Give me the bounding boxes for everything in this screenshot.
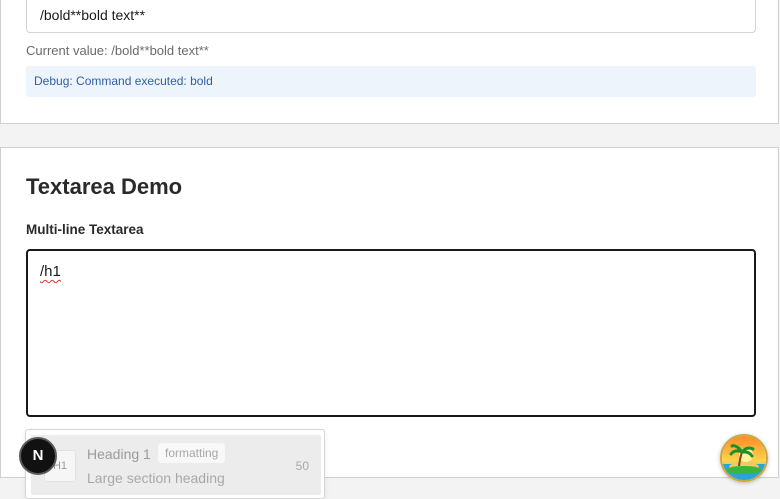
command-item-title: Heading 1 [87,446,151,462]
text-input[interactable]: /bold**bold text** [26,0,756,33]
palm-island-graphic [722,436,766,480]
command-category-tag: formatting [158,443,226,463]
input-demo-card: /bold**bold text** Current value: /bold*… [0,0,779,124]
multiline-textarea[interactable]: /h1 [26,249,756,417]
nextjs-dev-badge[interactable]: N [19,437,57,475]
command-item-description: Large section heading [87,470,225,486]
command-item-heading-1[interactable]: H1 Heading 1 formatting Large section he… [31,435,321,495]
palm-island-icon[interactable] [720,434,768,482]
command-item-score: 50 [295,459,309,473]
textarea-label: Multi-line Textarea [26,222,144,237]
section-title: Textarea Demo [26,174,183,199]
debug-banner: Debug: Command executed: bold [26,66,756,97]
current-value-text: Current value: /bold**bold text** [26,43,209,58]
command-suggestion-menu: H1 Heading 1 formatting Large section he… [25,429,325,499]
textarea-content: /h1 [40,263,61,280]
